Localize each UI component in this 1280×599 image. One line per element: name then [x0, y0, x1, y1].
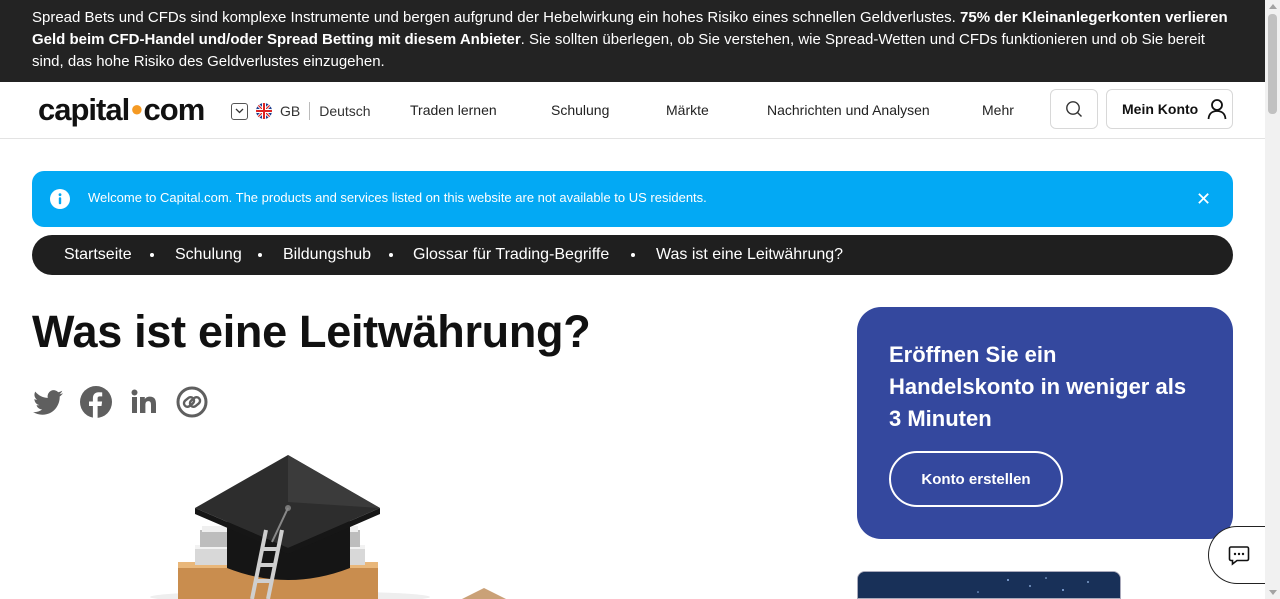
breadcrumb-separator	[150, 253, 154, 257]
risk-warning-banner: Spread Bets und CFDs sind komplexe Instr…	[0, 0, 1265, 82]
my-account-label: Mein Konto	[1122, 101, 1199, 117]
page-title: Was ist eine Leitwährung?	[32, 306, 591, 357]
uk-flag-icon	[256, 103, 272, 119]
nav-maerkte[interactable]: Märkte	[666, 102, 709, 118]
us-residents-notice: Welcome to Capital.com. The products and…	[32, 171, 1233, 227]
breadcrumb-schulung[interactable]: Schulung	[175, 246, 242, 264]
language-selector[interactable]: GB Deutsch	[231, 101, 371, 121]
region-code: GB	[280, 103, 301, 119]
capital-logo[interactable]: capital●com	[38, 92, 206, 128]
notice-message: Welcome to Capital.com. The products and…	[88, 190, 707, 205]
breadcrumb-glossar[interactable]: Glossar für Trading-Begriffe	[413, 246, 609, 264]
search-button[interactable]	[1050, 89, 1098, 129]
language-divider	[309, 102, 311, 120]
chat-icon	[1228, 546, 1249, 566]
promo-heading: Eröffnen Sie ein Handelskonto in weniger…	[889, 342, 1187, 431]
nav-traden-lernen[interactable]: Traden lernen	[410, 102, 497, 118]
scroll-up-arrow[interactable]	[1269, 4, 1277, 9]
night-sky-image	[858, 572, 1120, 598]
breadcrumb-separator	[389, 253, 393, 257]
breadcrumb-bildungshub[interactable]: Bildungshub	[283, 246, 371, 264]
scroll-down-arrow[interactable]	[1269, 590, 1277, 595]
user-icon	[1207, 99, 1227, 120]
site-header: capital●com GB Deutsch Traden lernen Sch…	[0, 82, 1265, 139]
page-scrollbar[interactable]	[1265, 0, 1280, 599]
my-account-button[interactable]: Mein Konto	[1106, 89, 1233, 129]
breadcrumb: Startseite Schulung Bildungshub Glossar …	[32, 235, 1233, 275]
risk-warning-text: Spread Bets und CFDs sind komplexe Instr…	[32, 9, 961, 26]
nav-mehr[interactable]: Mehr	[982, 102, 1014, 118]
logo-word-capital: capital	[38, 92, 130, 127]
graduation-illustration	[150, 455, 506, 599]
promo-card-image	[857, 571, 1121, 599]
twitter-icon[interactable]	[32, 386, 64, 418]
linkedin-icon[interactable]	[128, 386, 160, 418]
nav-nachrichten-analysen[interactable]: Nachrichten und Analysen	[767, 102, 930, 118]
scrollbar-thumb[interactable]	[1268, 14, 1277, 114]
open-account-promo: Eröffnen Sie ein Handelskonto in weniger…	[857, 307, 1233, 539]
chevron-down-icon	[231, 102, 248, 120]
breadcrumb-startseite[interactable]: Startseite	[64, 246, 132, 264]
info-icon	[50, 189, 70, 209]
facebook-icon[interactable]	[80, 386, 112, 418]
nav-schulung[interactable]: Schulung	[551, 102, 609, 118]
search-icon	[1066, 101, 1082, 117]
logo-word-com: com	[143, 92, 206, 127]
create-account-button[interactable]: Konto erstellen	[889, 451, 1063, 507]
copy-link-icon[interactable]	[176, 386, 208, 418]
language-label: Deutsch	[319, 103, 371, 119]
logo-dot: ●	[130, 96, 143, 121]
breadcrumb-current: Was ist eine Leitwährung?	[656, 246, 844, 263]
close-icon[interactable]: ✕	[1196, 190, 1211, 208]
chat-button[interactable]	[1208, 526, 1268, 584]
breadcrumb-separator	[631, 253, 635, 257]
breadcrumb-separator	[258, 253, 262, 257]
